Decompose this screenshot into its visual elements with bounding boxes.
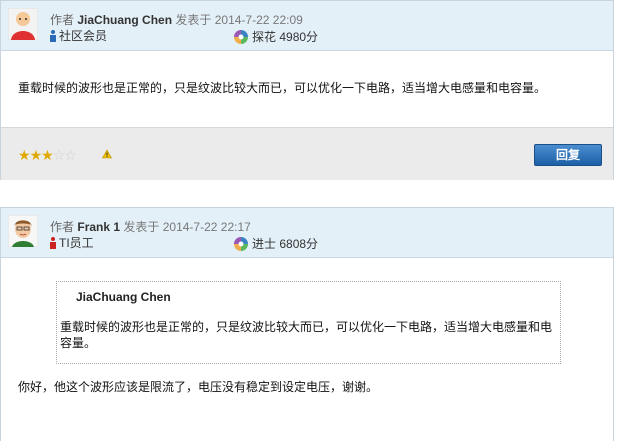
post-meta: 作者 Frank 1 发表于 2014-7-22 22:17 [50, 218, 251, 235]
rank-badge-icon [234, 237, 248, 251]
role-label: TI员工 [59, 236, 94, 250]
star-icon[interactable]: ★ [30, 147, 43, 163]
post-footer: ★★★☆☆ 回复 [1, 127, 613, 180]
star-icon[interactable]: ★ [18, 147, 31, 163]
rank-badge-icon [234, 30, 248, 44]
user-rank: 探花 4980分 [234, 28, 318, 45]
rank-title: 探花 [252, 30, 277, 44]
user-avatar-icon[interactable] [8, 215, 38, 247]
post-content: 你好，他这个波形应该是限流了，电压没有稳定到设定电压，谢谢。 [18, 380, 379, 394]
rating-stars[interactable]: ★★★☆☆ [18, 147, 77, 164]
post-2: 作者 Frank 1 发表于 2014-7-22 22:17 TI员工 进士 6… [0, 207, 614, 441]
author-link[interactable]: Frank 1 [77, 220, 120, 234]
author-prefix: 作者 [50, 13, 75, 27]
user-role: TI员工 [50, 234, 94, 251]
ti-employee-icon [50, 237, 56, 249]
points: 4980分 [279, 30, 319, 44]
rank-title: 进士 [252, 237, 277, 251]
star-icon[interactable]: ☆ [64, 147, 77, 163]
author-prefix: 作者 [50, 220, 75, 234]
post-date: 发表于 2014-7-22 22:17 [123, 220, 251, 234]
post-date: 发表于 2014-7-22 22:09 [175, 13, 303, 27]
post-1: 作者 JiaChuang Chen 发表于 2014-7-22 22:09 社区… [0, 0, 614, 180]
post-header: 作者 Frank 1 发表于 2014-7-22 22:17 TI员工 进士 6… [1, 208, 613, 258]
reply-button[interactable]: 回复 [534, 144, 602, 166]
user-rank: 进士 6808分 [234, 235, 318, 252]
post-content: 重载时候的波形也是正常的，只是纹波比较大而已，可以优化一下电路，适当增大电感量和… [18, 81, 547, 95]
author-link[interactable]: JiaChuang Chen [77, 13, 172, 27]
report-abuse-icon[interactable] [102, 149, 112, 159]
user-role: 社区会员 [50, 27, 107, 44]
quote-text: 重载时候的波形也是正常的，只是纹波比较大而已，可以优化一下电路，适当增大电感量和… [60, 320, 553, 350]
member-icon [50, 30, 56, 42]
post-meta: 作者 JiaChuang Chen 发表于 2014-7-22 22:09 [50, 11, 303, 28]
star-icon[interactable]: ☆ [53, 147, 66, 163]
points: 6808分 [279, 237, 319, 251]
quote-block: JiaChuang Chen 重载时候的波形也是正常的，只是纹波比较大而已，可以… [56, 281, 561, 364]
default-avatar-icon[interactable] [8, 8, 38, 40]
role-label: 社区会员 [59, 29, 108, 43]
quote-author: JiaChuang Chen [76, 290, 171, 304]
star-icon[interactable]: ★ [41, 147, 54, 163]
post-header: 作者 JiaChuang Chen 发表于 2014-7-22 22:09 社区… [1, 1, 613, 51]
